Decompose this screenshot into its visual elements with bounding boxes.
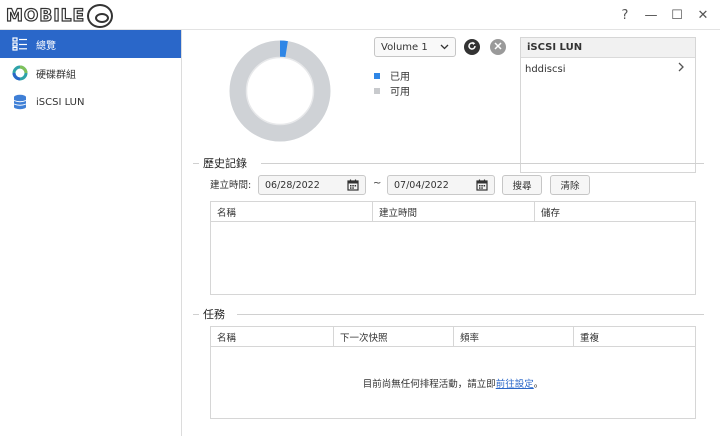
- column-header-frequency[interactable]: 頻率: [454, 327, 574, 346]
- section-divider: [193, 163, 199, 164]
- close-button[interactable]: [490, 39, 506, 55]
- empty-message-suffix: 。: [533, 379, 544, 390]
- go-to-settings-link[interactable]: 前往設定: [496, 379, 534, 390]
- sidebar-item-label: 總覽: [36, 40, 56, 52]
- search-button[interactable]: 搜尋: [502, 175, 542, 195]
- column-header-created[interactable]: 建立時間: [373, 202, 535, 221]
- tasks-table: 名稱 下一次快照 頻率 重複 目前尚無任何排程活動，請立即前往設定。: [210, 326, 696, 419]
- sidebar-item-label: 硬碟群組: [36, 69, 76, 81]
- date-filter-label: 建立時間:: [210, 180, 252, 191]
- legend-swatch-used: [374, 72, 380, 79]
- column-header-name[interactable]: 名稱: [211, 202, 373, 221]
- sidebar-item-disk-group[interactable]: 硬碟群組: [0, 59, 181, 87]
- empty-message-text: 目前尚無任何排程活動，請立即: [362, 379, 496, 390]
- lun-list-item[interactable]: hddiscsi: [521, 58, 695, 80]
- usage-donut-chart: [229, 40, 331, 142]
- donut-inner-rim: [245, 56, 315, 126]
- section-divider: [193, 314, 199, 315]
- legend-item-free: 可用: [374, 83, 410, 98]
- window-controls: ? — ☐ ✕: [614, 6, 714, 24]
- iscsi-lun-header: iSCSI LUN: [521, 38, 695, 58]
- clear-button[interactable]: 清除: [550, 175, 590, 195]
- sidebar: 總覽 硬碟群組 iSCSI LUN: [0, 30, 182, 436]
- title-bar: MOBILE ? — ☐ ✕: [0, 0, 720, 30]
- used-space-arc: [279, 40, 288, 58]
- history-table: 名稱 建立時間 儲存: [210, 201, 696, 295]
- legend-label-used: 已用: [390, 72, 410, 83]
- iscsi-lun-panel: iSCSI LUN hddiscsi: [520, 37, 696, 173]
- minimize-button[interactable]: —: [640, 6, 662, 24]
- refresh-button[interactable]: [464, 39, 480, 55]
- maximize-button[interactable]: ☐: [666, 6, 688, 24]
- date-range-separator: ~: [373, 178, 382, 189]
- chevron-right-icon: [677, 61, 685, 77]
- history-section-title: 歷史記錄: [203, 157, 247, 170]
- column-header-repeat[interactable]: 重複: [574, 327, 695, 346]
- chevron-down-icon: [440, 41, 449, 56]
- history-table-header: 名稱 建立時間 儲存: [211, 202, 695, 222]
- sidebar-item-overview[interactable]: 總覽: [0, 30, 181, 58]
- calendar-icon[interactable]: [347, 179, 359, 194]
- tasks-table-header: 名稱 下一次快照 頻率 重複: [211, 327, 695, 347]
- section-divider: [261, 163, 704, 164]
- section-divider: [237, 314, 704, 315]
- column-header-name[interactable]: 名稱: [211, 327, 334, 346]
- lun-item-name: hddiscsi: [525, 63, 566, 75]
- close-icon: [494, 41, 502, 53]
- volume-select[interactable]: Volume 1: [374, 37, 456, 57]
- overview-icon: [12, 36, 28, 52]
- logo-badge-icon: [87, 4, 114, 28]
- free-space-ring: [229, 40, 331, 142]
- volume-select-value: Volume 1: [381, 41, 428, 53]
- date-to-value: 07/04/2022: [394, 179, 449, 191]
- legend-swatch-free: [374, 87, 380, 94]
- calendar-icon[interactable]: [476, 179, 488, 194]
- column-header-next-snapshot[interactable]: 下一次快照: [334, 327, 454, 346]
- legend-label-free: 可用: [390, 87, 410, 98]
- column-header-storage[interactable]: 儲存: [535, 202, 695, 221]
- legend-item-used: 已用: [374, 68, 410, 83]
- date-to-input[interactable]: 07/04/2022: [387, 175, 495, 195]
- disk-group-icon: [12, 65, 28, 81]
- help-button[interactable]: ?: [614, 6, 636, 24]
- tasks-section-title: 任務: [203, 308, 225, 321]
- date-from-input[interactable]: 06/28/2022: [258, 175, 366, 195]
- date-from-value: 06/28/2022: [265, 179, 320, 191]
- main-panel: Volume 1 已用 可用 iSCSI LUN hddiscsi 歷史記錄 建…: [183, 30, 720, 436]
- close-window-button[interactable]: ✕: [692, 6, 714, 24]
- logo-text: MOBILE: [5, 5, 86, 26]
- refresh-icon: [467, 41, 477, 54]
- tasks-empty-message: 目前尚無任何排程活動，請立即前往設定。: [211, 376, 695, 390]
- sidebar-item-label: iSCSI LUN: [36, 96, 85, 108]
- sidebar-item-iscsi-lun[interactable]: iSCSI LUN: [0, 88, 181, 116]
- app-logo: MOBILE: [5, 4, 114, 28]
- usage-legend: 已用 可用: [374, 68, 410, 98]
- database-icon: [12, 94, 28, 110]
